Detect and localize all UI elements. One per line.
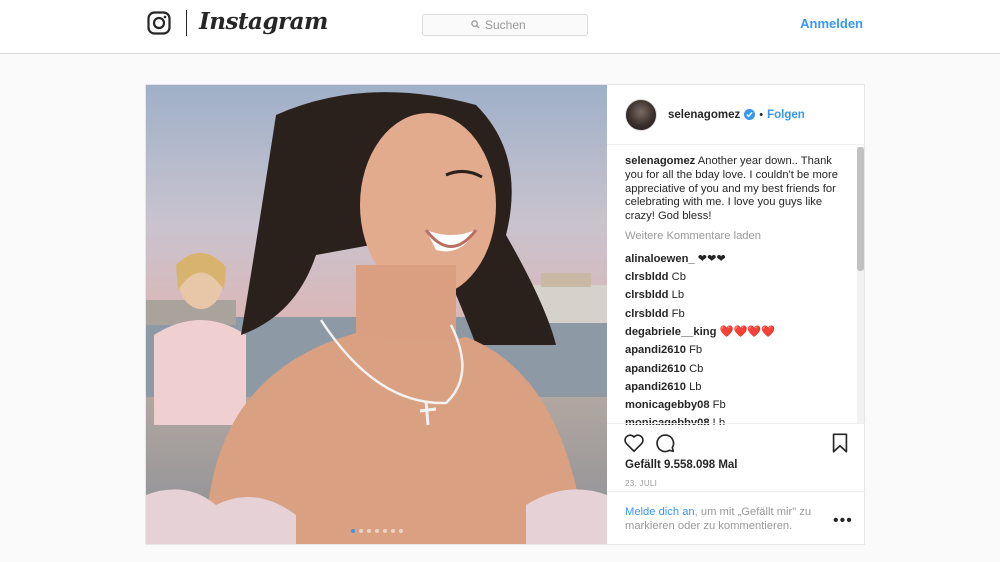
- comment-username[interactable]: clrsbldd: [625, 308, 669, 320]
- instagram-wordmark[interactable]: Instagram: [199, 8, 328, 35]
- load-more-comments[interactable]: Weitere Kommentare laden: [625, 230, 847, 244]
- logo-divider: [186, 10, 187, 36]
- comment: apandi2610 Lb: [625, 378, 847, 396]
- comment-text: Lb: [671, 289, 685, 302]
- comment-icon[interactable]: [654, 432, 676, 454]
- comments-scrollbar[interactable]: [857, 147, 864, 423]
- login-link[interactable]: Anmelden: [800, 16, 863, 31]
- login-prompt-link[interactable]: Melde dich an: [625, 506, 695, 518]
- comment-text: Fb: [671, 307, 685, 320]
- post-card: selenagomez • Folgen selenagomez Another…: [145, 84, 865, 545]
- comment-text: Fb: [712, 399, 726, 412]
- comment: clrsbldd Lb: [625, 286, 847, 304]
- more-options-icon[interactable]: •••: [833, 512, 853, 530]
- top-navigation-bar: Instagram Anmelden: [0, 0, 1000, 54]
- carousel-indicator: [351, 529, 403, 533]
- comment-username[interactable]: clrsbldd: [625, 271, 669, 283]
- comment-username[interactable]: monicagebby08: [625, 399, 710, 411]
- carousel-dot[interactable]: [351, 529, 355, 533]
- post-sidebar: selenagomez • Folgen selenagomez Another…: [607, 85, 865, 544]
- search-box[interactable]: [422, 14, 588, 36]
- carousel-dot[interactable]: [399, 529, 403, 533]
- post-date[interactable]: 23. JULI: [625, 479, 657, 488]
- comment-username[interactable]: degabriele__king: [625, 326, 716, 338]
- comment-text: Cb: [689, 362, 704, 375]
- comment-text: Fb: [689, 344, 703, 357]
- comment-username[interactable]: apandi2610: [625, 363, 686, 375]
- comment: apandi2610 Cb: [625, 360, 847, 378]
- comment-username[interactable]: alinaloewen_: [625, 253, 695, 265]
- carousel-dot[interactable]: [375, 529, 379, 533]
- search-icon: [471, 16, 480, 34]
- carousel-dot[interactable]: [359, 529, 363, 533]
- action-bar: [607, 423, 865, 463]
- instagram-camera-icon[interactable]: [147, 11, 171, 35]
- scrollbar-thumb[interactable]: [857, 147, 864, 271]
- comment-username[interactable]: apandi2610: [625, 381, 686, 393]
- carousel-dot[interactable]: [383, 529, 387, 533]
- separator: •: [759, 108, 764, 121]
- comment-text: ❤❤❤: [697, 252, 726, 265]
- comment-username[interactable]: apandi2610: [625, 344, 686, 356]
- login-prompt: Melde dich an, um mit „Gefällt mir" zu m…: [607, 491, 865, 544]
- carousel-dot[interactable]: [391, 529, 395, 533]
- comment: apandi2610 Fb: [625, 341, 847, 359]
- author-username[interactable]: selenagomez: [668, 109, 740, 121]
- comment-text: Cb: [671, 271, 686, 284]
- comment-text: Lb: [689, 380, 702, 393]
- like-count[interactable]: Gefällt 9.558.098 Mal: [625, 459, 738, 471]
- verified-badge-icon: [744, 109, 756, 120]
- comment: degabriele__king ❤️❤️❤️❤️: [625, 323, 847, 341]
- caption: selenagomez Another year down.. Thank yo…: [625, 155, 847, 224]
- carousel-dot[interactable]: [367, 529, 371, 533]
- bookmark-icon[interactable]: [829, 432, 851, 454]
- heart-icon[interactable]: [623, 432, 645, 454]
- post-photo[interactable]: [146, 85, 607, 544]
- comment: clrsbldd Cb: [625, 268, 847, 286]
- comment-username[interactable]: clrsbldd: [625, 289, 669, 301]
- photo-illustration: [146, 92, 607, 544]
- comment: monicagebby08 Fb: [625, 396, 847, 414]
- search-input[interactable]: [485, 18, 539, 32]
- comment-text: ❤️❤️❤️❤️: [719, 325, 776, 338]
- avatar[interactable]: [625, 98, 657, 131]
- follow-button[interactable]: Folgen: [767, 109, 805, 121]
- comment: clrsbldd Fb: [625, 305, 847, 323]
- comments-list: selenagomez Another year down.. Thank yo…: [625, 155, 847, 425]
- caption-username[interactable]: selenagomez: [625, 155, 695, 167]
- comment: alinaloewen_ ❤❤❤: [625, 250, 847, 268]
- post-header: selenagomez • Folgen: [607, 85, 865, 145]
